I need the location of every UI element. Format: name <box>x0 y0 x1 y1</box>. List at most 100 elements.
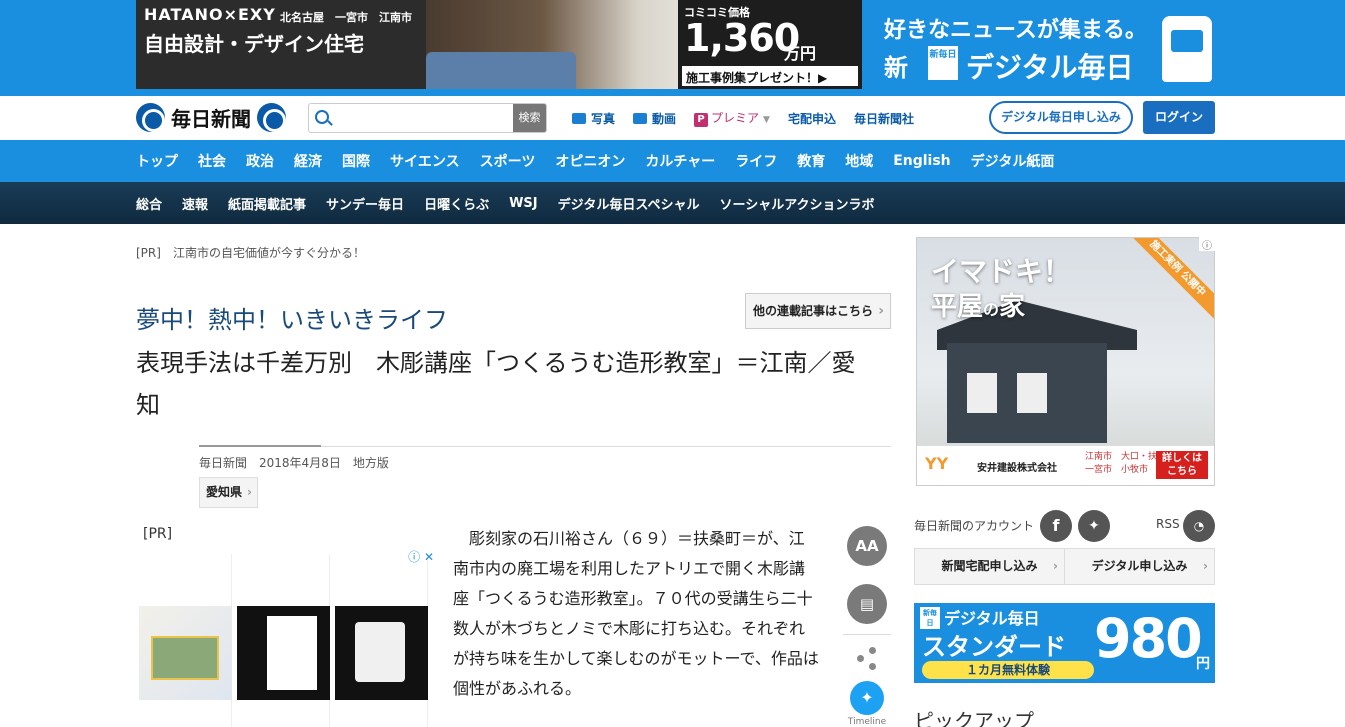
mascot-icon <box>1162 16 1212 82</box>
print-icon[interactable]: ▤ <box>847 584 887 624</box>
subnav-item-print[interactable]: 紙面掲載記事 <box>228 194 306 213</box>
digi-free-trial: １カ月無料体験 <box>922 661 1094 679</box>
site-header: 毎日新聞 検索 写真 動画 P プレミア ▼ 宅配申込 毎日新聞社 デジタル毎日申し… <box>0 96 1345 140</box>
nav-item-education[interactable]: 教育 <box>797 151 825 171</box>
series-more-link[interactable]: 他の連載記事はこちら <box>745 293 891 329</box>
article-source: 毎日新聞 <box>199 456 248 470</box>
camera-icon <box>572 112 586 124</box>
nav-item-economy[interactable]: 経済 <box>294 151 322 171</box>
nav-item-top[interactable]: トップ <box>136 151 178 171</box>
newspaper-signup-button[interactable]: 新聞宅配申し込み <box>915 549 1065 584</box>
subnav-item-general[interactable]: 総合 <box>136 194 162 213</box>
native-ad-cards: ⓘ ✕ <box>136 548 434 727</box>
search-button[interactable]: 検索 <box>513 104 546 132</box>
ad-cta[interactable]: 施工事例集プレゼント！▶ <box>682 66 858 86</box>
sub-nav: 総合 速報 紙面掲載記事 サンデー毎日 日曜くらぶ WSJ デジタル毎日スペシャ… <box>0 182 1345 224</box>
nav-item-english[interactable]: English <box>893 153 950 169</box>
article-body: 彫刻家の石川裕さん（６９）＝扶桑町＝が、江南市内の廃工場を利用したアトリエで開く… <box>453 529 819 698</box>
twitter-timeline-label: Timeline <box>847 717 887 727</box>
video-link[interactable]: 動画 <box>633 110 676 127</box>
pr-label: [PR] <box>143 526 173 542</box>
region-tag[interactable]: 愛知県 <box>199 477 258 508</box>
font-size-button[interactable]: AA <box>847 526 887 566</box>
pr-text-link[interactable]: [PR] 江南市の自宅価値が今すぐ分かる！ <box>136 244 365 261</box>
ad-company-logo: YY <box>925 454 949 473</box>
ad-card-image <box>237 606 330 700</box>
ad-more-button[interactable]: 詳しくは こちら <box>1156 451 1208 479</box>
ad-card[interactable] <box>136 554 232 727</box>
subnav-item-social[interactable]: ソーシャルアクションラボ <box>719 194 874 213</box>
subnav-item-special[interactable]: デジタル毎日スペシャル <box>558 194 700 213</box>
rss-icon[interactable]: ◔ <box>1183 510 1215 542</box>
premier-icon: P <box>694 113 709 127</box>
series-title: 夢中！熱中！いきいきライフ <box>136 306 448 334</box>
photo-link[interactable]: 写真 <box>572 110 615 127</box>
digital-tagline: 好きなニュースが集まる。 <box>884 18 1147 43</box>
ad-card[interactable] <box>332 554 428 727</box>
ad-card[interactable] <box>234 554 330 727</box>
search-box: 検索 <box>308 103 547 133</box>
digital-signup-button[interactable]: デジタル申し込み <box>1065 549 1214 584</box>
nav-item-sports[interactable]: スポーツ <box>480 151 536 171</box>
digital-mainichi-banner[interactable]: 好きなニュースが集まる。 新 新毎日 デジタル毎日 <box>880 0 1220 96</box>
subscribe-buttons: 新聞宅配申し込み デジタル申し込み <box>914 548 1215 585</box>
article-meta: 毎日新聞 2018年4月8日 地方版 <box>199 454 389 471</box>
digital-standard-ad[interactable]: 新毎日 デジタル毎日 スタンダード １カ月無料体験 980 円 <box>914 603 1215 683</box>
ad-subheadline: 平屋の家 <box>931 292 1026 322</box>
ad-house-image <box>947 343 1107 443</box>
ad-slogan: 自由設計・デザイン住宅 <box>144 32 364 56</box>
digi-title: デジタル毎日 <box>944 609 1040 628</box>
nav-item-politics[interactable]: 政治 <box>246 151 274 171</box>
facebook-icon[interactable]: f <box>1040 510 1072 542</box>
digi-price: 980 <box>1094 607 1203 670</box>
share-icon[interactable] <box>857 647 877 671</box>
digital-name: デジタル毎日 <box>966 51 1134 84</box>
nav-item-international[interactable]: 国際 <box>342 151 370 171</box>
subnav-item-sunday[interactable]: サンデー毎日 <box>326 194 404 213</box>
digi-badge: 新毎日 <box>920 607 940 629</box>
ad-price: 1,360 <box>684 16 800 60</box>
nav-item-science[interactable]: サイエンス <box>390 151 460 171</box>
subnav-item-wsj[interactable]: WSJ <box>509 196 538 211</box>
adchoices-close-icon[interactable]: ⓘ ✕ <box>408 548 434 565</box>
nav-item-society[interactable]: 社会 <box>198 151 226 171</box>
top-ad-band: HATANO×EXY 北名古屋 一宮市 江南市 自由設計・デザイン住宅 コミコミ… <box>0 0 1345 96</box>
chevron-down-icon: ▼ <box>763 115 770 125</box>
nav-item-culture[interactable]: カルチャー <box>645 151 715 171</box>
ad-info-icon[interactable]: ⓘ <box>1199 237 1215 252</box>
nav-item-life[interactable]: ライフ <box>735 151 777 171</box>
house-sidebar-ad[interactable]: イマドキ！ 平屋の家 施工実例 公開中 YY 安井建設株式会社 江南市 大口・扶… <box>916 237 1215 486</box>
nav-item-digital-paper[interactable]: デジタル紙面 <box>971 151 1055 171</box>
login-button[interactable]: ログイン <box>1143 101 1215 134</box>
twitter-icon[interactable]: ✦ <box>1078 510 1110 542</box>
ad-price-unit: 万円 <box>784 44 817 63</box>
search-icon <box>315 110 329 124</box>
ad-areas: 江南市 大口・扶桑 一宮市 小牧市 <box>1085 452 1167 475</box>
article-date: 2018年4月8日 <box>259 456 341 470</box>
subnav-item-breaking[interactable]: 速報 <box>182 194 208 213</box>
delivery-link[interactable]: 宅配申込 <box>788 110 836 127</box>
nav-item-opinion[interactable]: オピニオン <box>555 151 625 171</box>
ad-cities: 北名古屋 一宮市 江南市 <box>280 11 412 24</box>
ad-price-box: コミコミ価格 1,360 万円 施工事例集プレゼント！▶ <box>678 0 862 89</box>
ad-card-image <box>139 606 232 700</box>
site-logo[interactable]: 毎日新聞 <box>136 103 286 132</box>
nav-item-region[interactable]: 地域 <box>845 151 873 171</box>
housing-banner-ad[interactable]: HATANO×EXY 北名古屋 一宮市 江南市 自由設計・デザイン住宅 コミコミ… <box>136 0 862 89</box>
digi-plan: スタンダード <box>922 633 1066 661</box>
digital-badge: 新毎日 <box>928 46 958 80</box>
article-tools: AA ▤ ✦ Timeline <box>843 522 891 727</box>
subnav-item-nichiyo[interactable]: 日曜くらぶ <box>424 194 489 213</box>
company-link[interactable]: 毎日新聞社 <box>854 110 914 127</box>
logo-ring-icon <box>257 103 286 132</box>
account-label: 毎日新聞のアカウント <box>914 519 1035 533</box>
digital-signup-button[interactable]: デジタル毎日申し込み <box>989 101 1133 134</box>
header-links: 写真 動画 P プレミア ▼ 宅配申込 毎日新聞社 <box>572 109 914 127</box>
ad-company: 安井建設株式会社 <box>977 463 1057 474</box>
ad-card-image <box>335 606 428 700</box>
premier-link[interactable]: P プレミア ▼ <box>694 109 770 127</box>
twitter-icon[interactable]: ✦ <box>850 681 884 715</box>
search-input[interactable] <box>337 107 513 129</box>
digi-yen: 円 <box>1196 656 1210 672</box>
play-icon <box>633 112 648 124</box>
